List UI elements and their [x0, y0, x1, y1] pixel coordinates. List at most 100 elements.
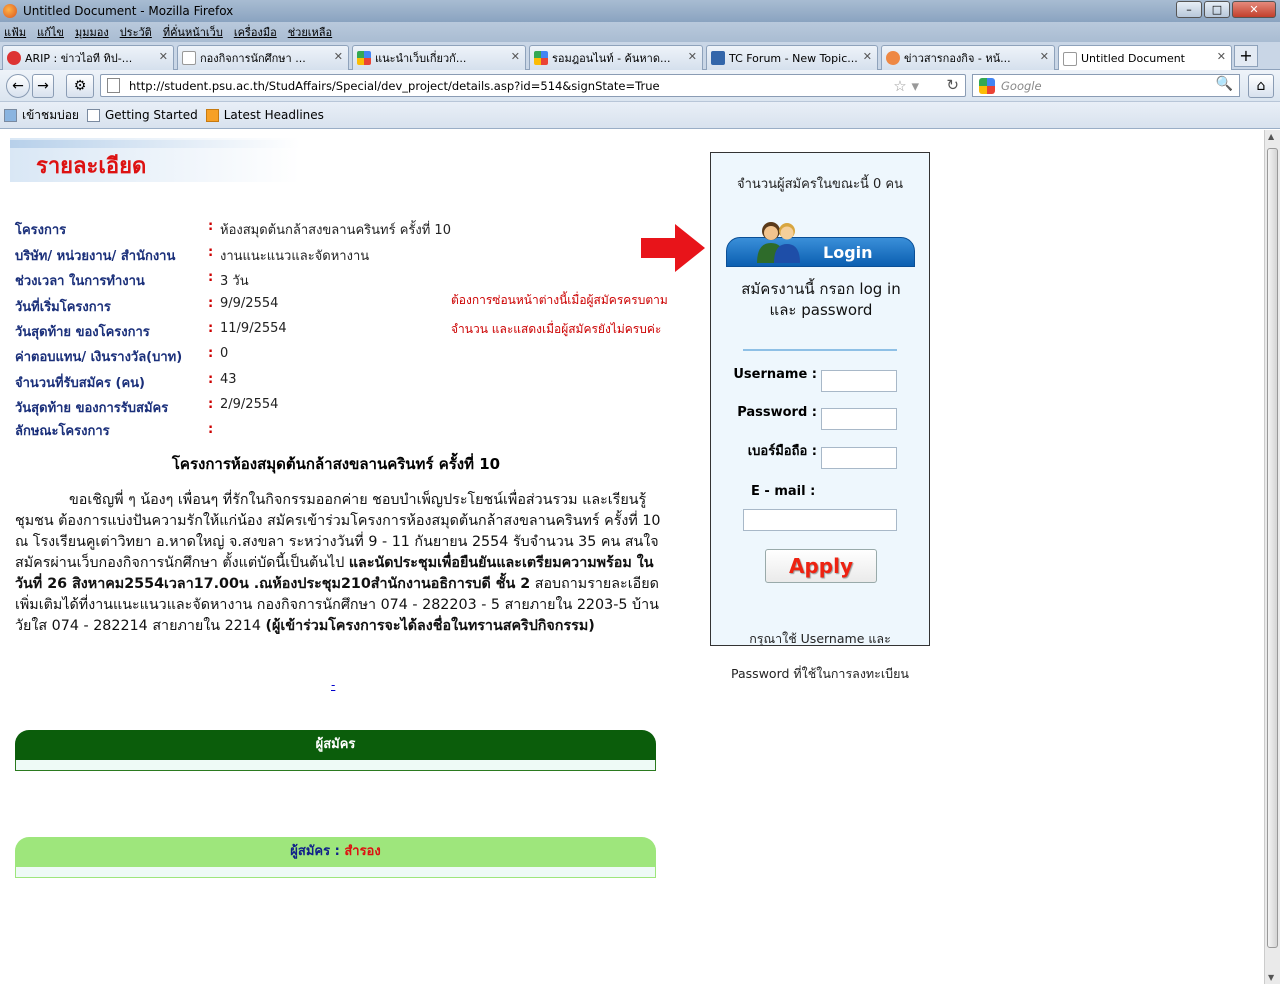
scroll-down-icon[interactable]: ▼: [1268, 973, 1274, 982]
page-title: รายละเอียด: [36, 154, 147, 179]
back-button[interactable]: ←: [6, 74, 30, 98]
page-content: รายละเอียด โครงการ : ห้องสมุดต้นกล้าสงขล…: [0, 130, 1264, 984]
tab-close-icon[interactable]: ✕: [1217, 50, 1226, 63]
tab-arip[interactable]: ARIP : ข่าวไอที ทิป-... ✕: [2, 45, 174, 70]
home-button[interactable]: ⌂: [1248, 74, 1274, 98]
rss-icon: [205, 108, 219, 122]
password-input[interactable]: [821, 408, 897, 430]
tab-close-icon[interactable]: ✕: [511, 50, 520, 63]
tab-recommend[interactable]: แนะนำเว็บเกี่ยวกั... ✕: [352, 45, 526, 70]
tab-bar: ARIP : ข่าวไอที ทิป-... ✕ กองกิจการนักศึก…: [0, 42, 1280, 71]
user-icon: [886, 51, 900, 65]
detail-label: ลักษณะโครงการ: [15, 424, 110, 439]
close-button[interactable]: ✕: [1232, 1, 1276, 18]
detail-colon: :: [208, 397, 214, 412]
scroll-up-icon[interactable]: ▲: [1268, 132, 1274, 141]
applicants-list: [15, 760, 656, 771]
star-icon[interactable]: ☆ ▾: [893, 77, 919, 95]
tab-tcforum[interactable]: TC Forum - New Topic... ✕: [706, 45, 878, 70]
detail-colon: :: [208, 321, 214, 336]
bookmark-icon: [4, 108, 17, 122]
arip-icon: [7, 51, 21, 65]
menu-edit[interactable]: แก้ไข: [37, 23, 64, 41]
page-icon: [86, 108, 100, 122]
applicants-header: ผู้สมัคร: [15, 730, 656, 760]
reload-icon[interactable]: ↻: [946, 76, 959, 94]
google-icon: [979, 77, 995, 94]
window-title: Untitled Document - Mozilla Firefox: [23, 4, 234, 18]
window-controls: – □ ✕: [1174, 1, 1276, 18]
apply-button[interactable]: Apply: [765, 549, 877, 583]
tab-untitled[interactable]: Untitled Document ✕: [1058, 45, 1232, 71]
bookmark-most-visited[interactable]: เข้าชมบ่อย: [4, 106, 79, 125]
hint-text: Password ที่ใช้ในการลงทะเบียน: [731, 666, 909, 681]
email-input[interactable]: [743, 509, 897, 531]
page-icon: [107, 78, 120, 93]
detail-value: 0: [220, 346, 229, 361]
firefox-icon: [3, 4, 17, 18]
detail-value: ห้องสมุดต้นกล้าสงขลานครินทร์ ครั้งที่ 10: [220, 223, 451, 238]
tab-close-icon[interactable]: ✕: [1040, 50, 1049, 63]
detail-colon: :: [208, 422, 214, 437]
login-panel: จำนวนผู้สมัครในขณะนี้ 0 คน Login สมัครงา…: [710, 152, 930, 646]
applicant-count: จำนวนผู้สมัครในขณะนี้ 0 คน: [737, 177, 903, 192]
google-icon: [534, 51, 548, 65]
forward-button[interactable]: →: [32, 74, 54, 98]
navigation-bar: ← → ⚙ http://student.psu.ac.th/StudAffai…: [0, 70, 1280, 102]
tab-close-icon[interactable]: ✕: [688, 50, 697, 63]
extension-button[interactable]: ⚙: [66, 74, 94, 98]
bookmark-getting-started[interactable]: Getting Started: [86, 108, 198, 122]
search-placeholder: Google: [1001, 78, 1042, 93]
url-bar[interactable]: http://student.psu.ac.th/StudAffairs/Spe…: [100, 74, 966, 97]
detail-label: วันสุดท้าย ของโครงการ: [15, 325, 150, 340]
search-icon[interactable]: 🔍: [1216, 76, 1233, 92]
reserve-header: ผู้สมัคร : สำรอง: [15, 837, 656, 867]
detail-label: ค่าตอบแทน/ เงินรางวัล(บาท): [15, 350, 183, 365]
detail-label: วันสุดท้าย ของการรับสมัคร: [15, 401, 169, 416]
tab-close-icon[interactable]: ✕: [863, 50, 872, 63]
username-label: Username :: [733, 367, 817, 382]
scroll-thumb[interactable]: [1267, 148, 1278, 948]
project-description: ขอเชิญพี่ ๆ น้องๆ เพื่อนๆ ที่รักในกิจกรร…: [15, 492, 661, 634]
login-title: Login: [823, 243, 873, 262]
tab-studaffairs[interactable]: กองกิจการนักศึกษา ... ✕: [177, 45, 349, 70]
detail-label: จำนวนที่รับสมัคร (คน): [15, 376, 145, 391]
detail-value: 11/9/2554: [220, 321, 287, 336]
phone-input[interactable]: [821, 447, 897, 469]
tab-ramadan[interactable]: รอมฎอนไนท์ - ค้นหาด... ✕: [529, 45, 703, 70]
detail-label: โครงการ: [15, 223, 67, 238]
menu-bookmarks[interactable]: ที่คั่นหน้าเว็บ: [163, 23, 223, 41]
users-icon: [757, 222, 800, 263]
detail-value: 9/9/2554: [220, 296, 279, 311]
tab-news[interactable]: ข่าวสารกองกิจ - หน้... ✕: [881, 45, 1055, 70]
menu-history[interactable]: ประวัติ: [120, 23, 152, 41]
detail-value: 3 วัน: [220, 274, 249, 289]
page-icon: [1063, 51, 1077, 66]
tab-close-icon[interactable]: ✕: [334, 50, 343, 63]
detail-value: 43: [220, 372, 237, 387]
menu-file[interactable]: แฟ้ม: [4, 23, 26, 41]
tab-close-icon[interactable]: ✕: [159, 50, 168, 63]
maximize-button[interactable]: □: [1204, 1, 1230, 18]
menu-tools[interactable]: เครื่องมือ: [234, 23, 277, 41]
search-box[interactable]: Google 🔍: [972, 74, 1240, 97]
menu-help[interactable]: ช่วยเหลือ: [288, 23, 332, 41]
username-input[interactable]: [821, 370, 897, 392]
detail-colon: :: [208, 219, 214, 234]
minimize-button[interactable]: –: [1176, 1, 1202, 18]
forum-icon: [711, 51, 725, 65]
vertical-scrollbar[interactable]: ▲ ▼: [1264, 130, 1280, 984]
reserve-list: [15, 867, 656, 878]
signup-instruction: สมัครงานนี้ กรอก log in และ password: [741, 280, 901, 319]
detail-colon: :: [208, 296, 214, 311]
bookmark-latest-headlines[interactable]: Latest Headlines: [205, 108, 324, 122]
detail-value: 2/9/2554: [220, 397, 279, 412]
menu-view[interactable]: มุมมอง: [75, 23, 109, 41]
detail-colon: :: [208, 245, 214, 260]
bookmarks-toolbar: เข้าชมบ่อย Getting Started Latest Headli…: [0, 102, 1280, 129]
project-title: โครงการห้องสมุดต้นกล้าสงขลานครินทร์ ครั้…: [171, 455, 501, 473]
note-text: จำนวน และแสดงเมื่อผู้สมัครยังไม่ครบค่ะ: [451, 322, 662, 336]
dash-link[interactable]: -: [331, 678, 335, 692]
email-label: E - mail :: [751, 484, 816, 499]
new-tab-button[interactable]: +: [1234, 45, 1258, 67]
